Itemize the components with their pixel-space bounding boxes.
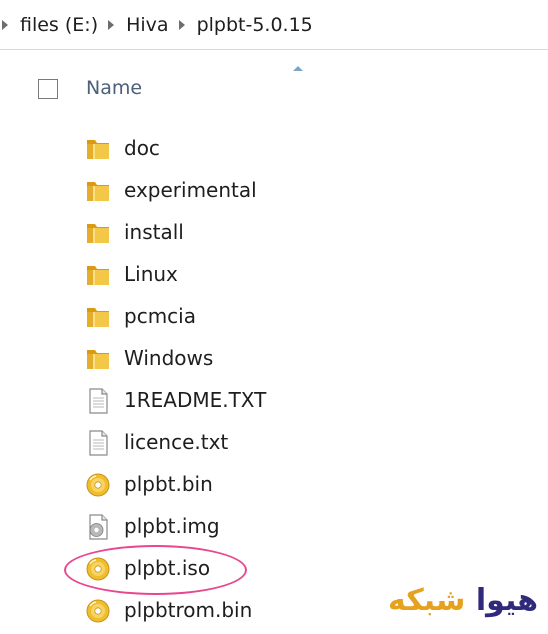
- watermark-part-2: شبکه: [388, 583, 466, 618]
- file-row[interactable]: install: [0, 212, 548, 254]
- file-name: 1README.TXT: [124, 388, 267, 412]
- breadcrumb-separator-icon[interactable]: [108, 19, 115, 30]
- breadcrumb-item-hiva[interactable]: Hiva: [126, 14, 168, 36]
- breadcrumb: files (E:) Hiva plpbt-5.0.15: [0, 0, 548, 50]
- disc-image-icon: [84, 471, 112, 499]
- file-row[interactable]: pcmcia: [0, 296, 548, 338]
- file-name: experimental: [124, 178, 257, 202]
- file-row[interactable]: experimental: [0, 170, 548, 212]
- file-row[interactable]: Windows: [0, 338, 548, 380]
- file-row[interactable]: plpbt.img: [0, 506, 548, 548]
- file-name: Linux: [124, 262, 178, 286]
- watermark-logo: هیوا شبکه: [342, 583, 538, 629]
- column-header-row: Name: [0, 66, 548, 112]
- folder-icon: [84, 219, 112, 247]
- disc-image-icon: [84, 597, 112, 625]
- text-file-icon: [84, 387, 112, 415]
- watermark-part-1: هیوا: [475, 583, 538, 618]
- file-row[interactable]: 1README.TXT: [0, 380, 548, 422]
- folder-icon: [84, 345, 112, 373]
- sort-ascending-icon: [293, 66, 303, 71]
- file-row[interactable]: plpbt.bin: [0, 464, 548, 506]
- file-name: plpbt.img: [124, 514, 220, 538]
- file-list: doc experimental install Linux pcmcia Windows…: [0, 128, 548, 632]
- file-name: plpbt.bin: [124, 472, 213, 496]
- text-file-icon: [84, 429, 112, 457]
- file-row[interactable]: Linux: [0, 254, 548, 296]
- breadcrumb-item-drive[interactable]: files (E:): [20, 14, 98, 36]
- breadcrumb-item-plpbt[interactable]: plpbt-5.0.15: [197, 14, 313, 36]
- column-header-name[interactable]: Name: [86, 77, 142, 99]
- file-row[interactable]: licence.txt: [0, 422, 548, 464]
- disc-image-icon: [84, 555, 112, 583]
- file-name: install: [124, 220, 184, 244]
- file-name: plpbt.iso: [124, 556, 211, 580]
- folder-icon: [84, 303, 112, 331]
- file-row[interactable]: doc: [0, 128, 548, 170]
- disk-image-file-icon: [84, 513, 112, 541]
- breadcrumb-separator-icon[interactable]: [178, 19, 185, 30]
- breadcrumb-separator-icon[interactable]: [2, 19, 8, 30]
- folder-icon: [84, 135, 112, 163]
- folder-icon: [84, 261, 112, 289]
- file-name: plpbtrom.bin: [124, 598, 253, 622]
- file-name: doc: [124, 136, 160, 160]
- folder-icon: [84, 177, 112, 205]
- select-all-checkbox[interactable]: [38, 79, 58, 99]
- file-name: pcmcia: [124, 304, 196, 328]
- file-name: licence.txt: [124, 430, 229, 454]
- file-name: Windows: [124, 346, 214, 370]
